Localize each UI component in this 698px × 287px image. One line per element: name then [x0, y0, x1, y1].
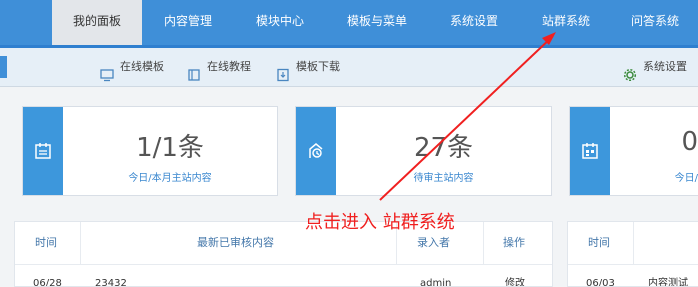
annotation-arrow: [379, 32, 556, 201]
annotation-text: 点击进入 站群系统: [305, 212, 455, 233]
